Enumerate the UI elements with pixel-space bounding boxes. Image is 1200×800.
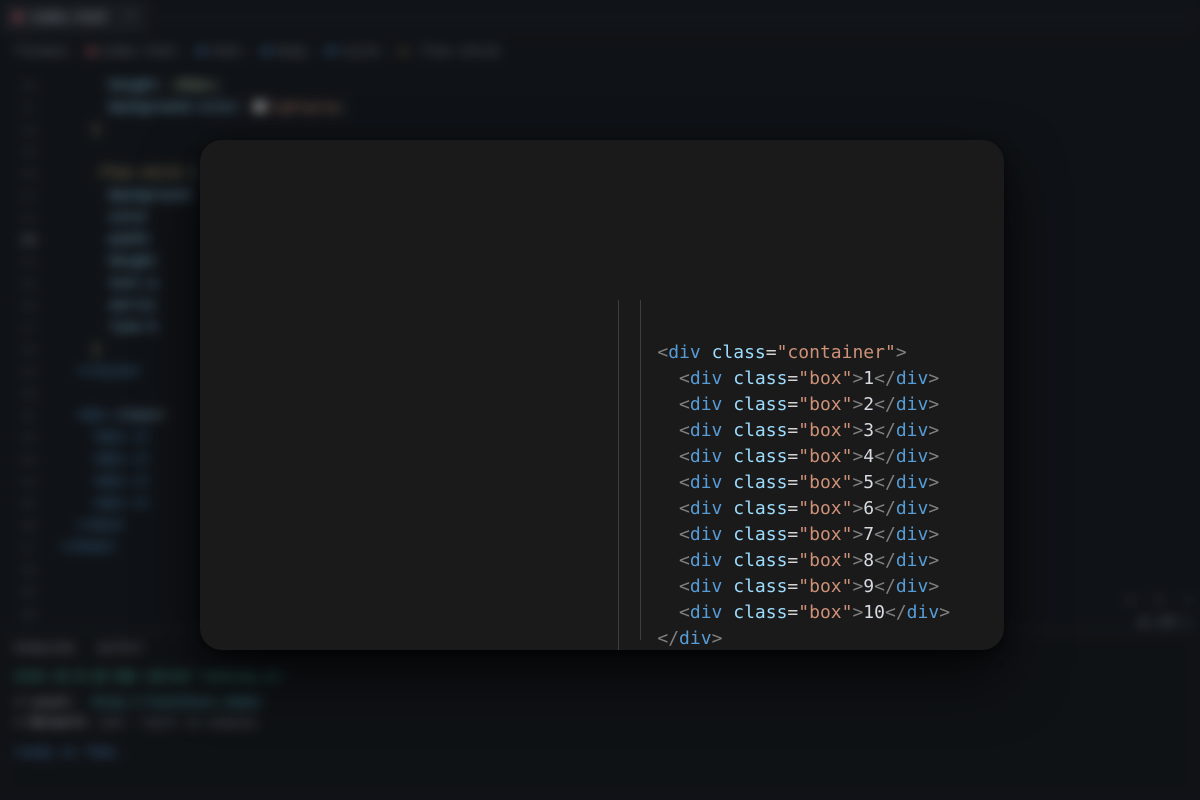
tab-bar: index.html × [0, 0, 1200, 34]
line-gutter: 161718 192021 2223 242526 272829 303132 … [0, 76, 46, 626]
code-snippet: <div class="container"> <div class="box"… [614, 340, 950, 650]
code-line: <div class="box">10</div> [614, 602, 950, 623]
file-tab[interactable]: index.html × [0, 0, 149, 34]
code-line: <div class="box">2</div> [614, 394, 939, 415]
file-tab-label: index.html [30, 10, 108, 25]
code-line: <div class="box">6</div> [614, 498, 939, 519]
file-icon [14, 13, 22, 21]
breadcrumb-item[interactable]: html [211, 44, 242, 59]
terminal-panel[interactable]: PROBLEMS OUTPUT vite v2.9.10 dev server … [0, 630, 1200, 800]
code-line: <div class="container"> [614, 342, 907, 363]
breadcrumb-item[interactable]: body [276, 44, 307, 59]
close-icon[interactable]: × [126, 9, 134, 25]
code-line: <div class="box">7</div> [614, 524, 939, 545]
code-line: <div class="box">1</div> [614, 368, 939, 389]
code-line: <div class="box">3</div> [614, 420, 939, 441]
code-line: <div class="box">8</div> [614, 550, 939, 571]
code-preview-card: <div class="container"> <div class="box"… [200, 140, 1004, 650]
breadcrumb-item[interactable]: flexbox [14, 44, 69, 59]
terminal-sidebar: + ˅ ⋯ ▮ zsh ▸ ▮ zsh ▸ [1127, 593, 1192, 650]
code-line: <div class="box">9</div> [614, 576, 939, 597]
breadcrumb-item[interactable]: style [341, 44, 380, 59]
code-line: <div class="box">5</div> [614, 472, 939, 493]
breadcrumb-item[interactable]: .flex-child [413, 44, 499, 59]
code-line: <div class="box">4</div> [614, 446, 939, 467]
breadcrumb: flexbox › index.html › ⊞html › ⊞body › ⊞… [14, 44, 499, 59]
breadcrumb-item[interactable]: index.html [99, 44, 177, 59]
code-line: </div> [614, 628, 722, 649]
